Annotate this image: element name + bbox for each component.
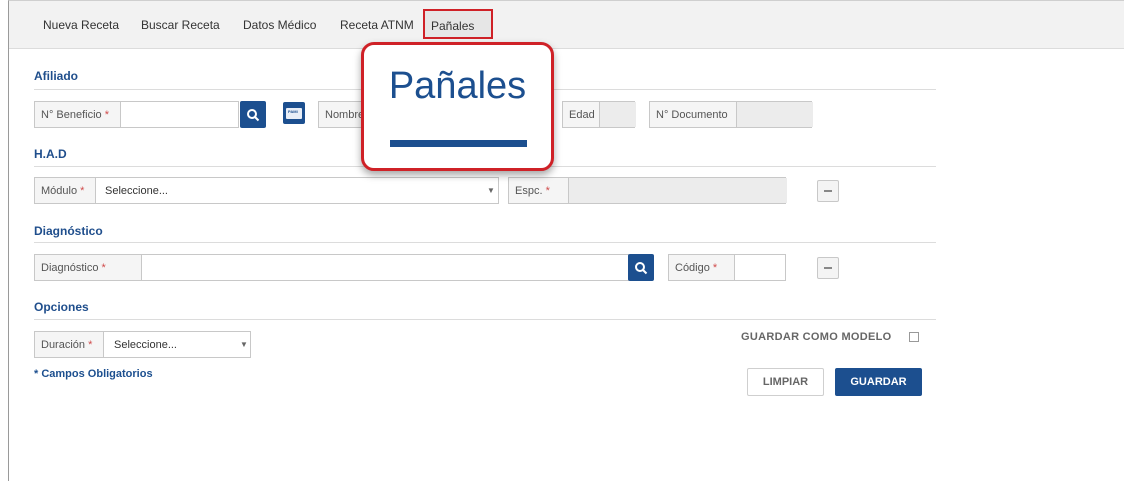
search-icon: [247, 108, 260, 121]
chevron-down-icon: ▼: [487, 186, 495, 195]
diagnostico-group: Diagnóstico *: [34, 254, 629, 281]
chevron-down-icon: ▼: [240, 340, 248, 349]
callout-title: Pañales: [388, 65, 527, 107]
diagnostico-label: Diagnóstico *: [35, 255, 142, 280]
guardar-button[interactable]: GUARDAR: [835, 368, 922, 396]
app-frame: Nueva Receta Buscar Receta Datos Médico …: [8, 0, 1124, 481]
pami-card-icon: PAMI: [286, 107, 302, 119]
diagnostico-input[interactable]: [142, 255, 630, 280]
codigo-label: Código *: [669, 255, 735, 280]
tab-receta-atnm[interactable]: Receta ATNM: [340, 15, 414, 35]
duracion-selected-value: Seleccione...: [114, 339, 177, 351]
top-navbar: Nueva Receta Buscar Receta Datos Médico …: [9, 1, 1124, 49]
search-diagnostico-button[interactable]: [628, 254, 654, 281]
beneficio-label: N° Beneficio *: [35, 102, 121, 127]
limpiar-button[interactable]: LIMPIAR: [747, 368, 824, 396]
modulo-select[interactable]: Módulo * Seleccione... ▼: [34, 177, 499, 204]
tab-panales[interactable]: Pañales: [423, 9, 493, 39]
edad-label: Edad: [563, 102, 600, 127]
espc-field: [569, 178, 787, 203]
guardar-modelo-checkbox[interactable]: [909, 332, 919, 342]
codigo-group: Código *: [668, 254, 786, 281]
section-title-diagnostico: Diagnóstico: [34, 224, 103, 238]
documento-label: N° Documento: [650, 102, 737, 127]
campos-obligatorios-note: * Campos Obligatorios: [34, 368, 153, 380]
modulo-label: Módulo *: [35, 178, 96, 203]
pami-card-button[interactable]: PAMI: [283, 102, 305, 124]
tab-nueva-receta[interactable]: Nueva Receta: [43, 15, 119, 35]
remove-modulo-button[interactable]: [817, 180, 839, 202]
search-beneficio-button[interactable]: [240, 101, 266, 128]
section-title-opciones: Opciones: [34, 300, 89, 314]
espc-group: Espc. *: [508, 177, 787, 204]
duracion-label: Duración *: [35, 332, 104, 357]
divider: [34, 319, 936, 320]
beneficio-group: N° Beneficio *: [34, 101, 239, 128]
documento-group: N° Documento: [649, 101, 813, 128]
edad-field: [600, 102, 636, 127]
tab-datos-medico[interactable]: Datos Médico: [243, 15, 316, 35]
espc-label: Espc. *: [509, 178, 569, 203]
remove-diagnostico-button[interactable]: [817, 257, 839, 279]
section-title-afiliado: Afiliado: [34, 69, 78, 83]
tab-buscar-receta[interactable]: Buscar Receta: [141, 15, 220, 35]
documento-field: [737, 102, 813, 127]
highlight-callout: Pañales: [361, 42, 554, 171]
search-icon: [635, 261, 648, 274]
modulo-selected-value: Seleccione...: [105, 185, 168, 197]
section-title-had: H.A.D: [34, 147, 67, 161]
divider: [34, 242, 936, 243]
callout-underline: [390, 140, 527, 147]
beneficio-input[interactable]: [121, 102, 240, 127]
duracion-select[interactable]: Duración * Seleccione... ▼: [34, 331, 251, 358]
edad-group: Edad: [562, 101, 636, 128]
codigo-input[interactable]: [735, 255, 787, 280]
guardar-modelo-label: GUARDAR COMO MODELO: [741, 331, 892, 343]
